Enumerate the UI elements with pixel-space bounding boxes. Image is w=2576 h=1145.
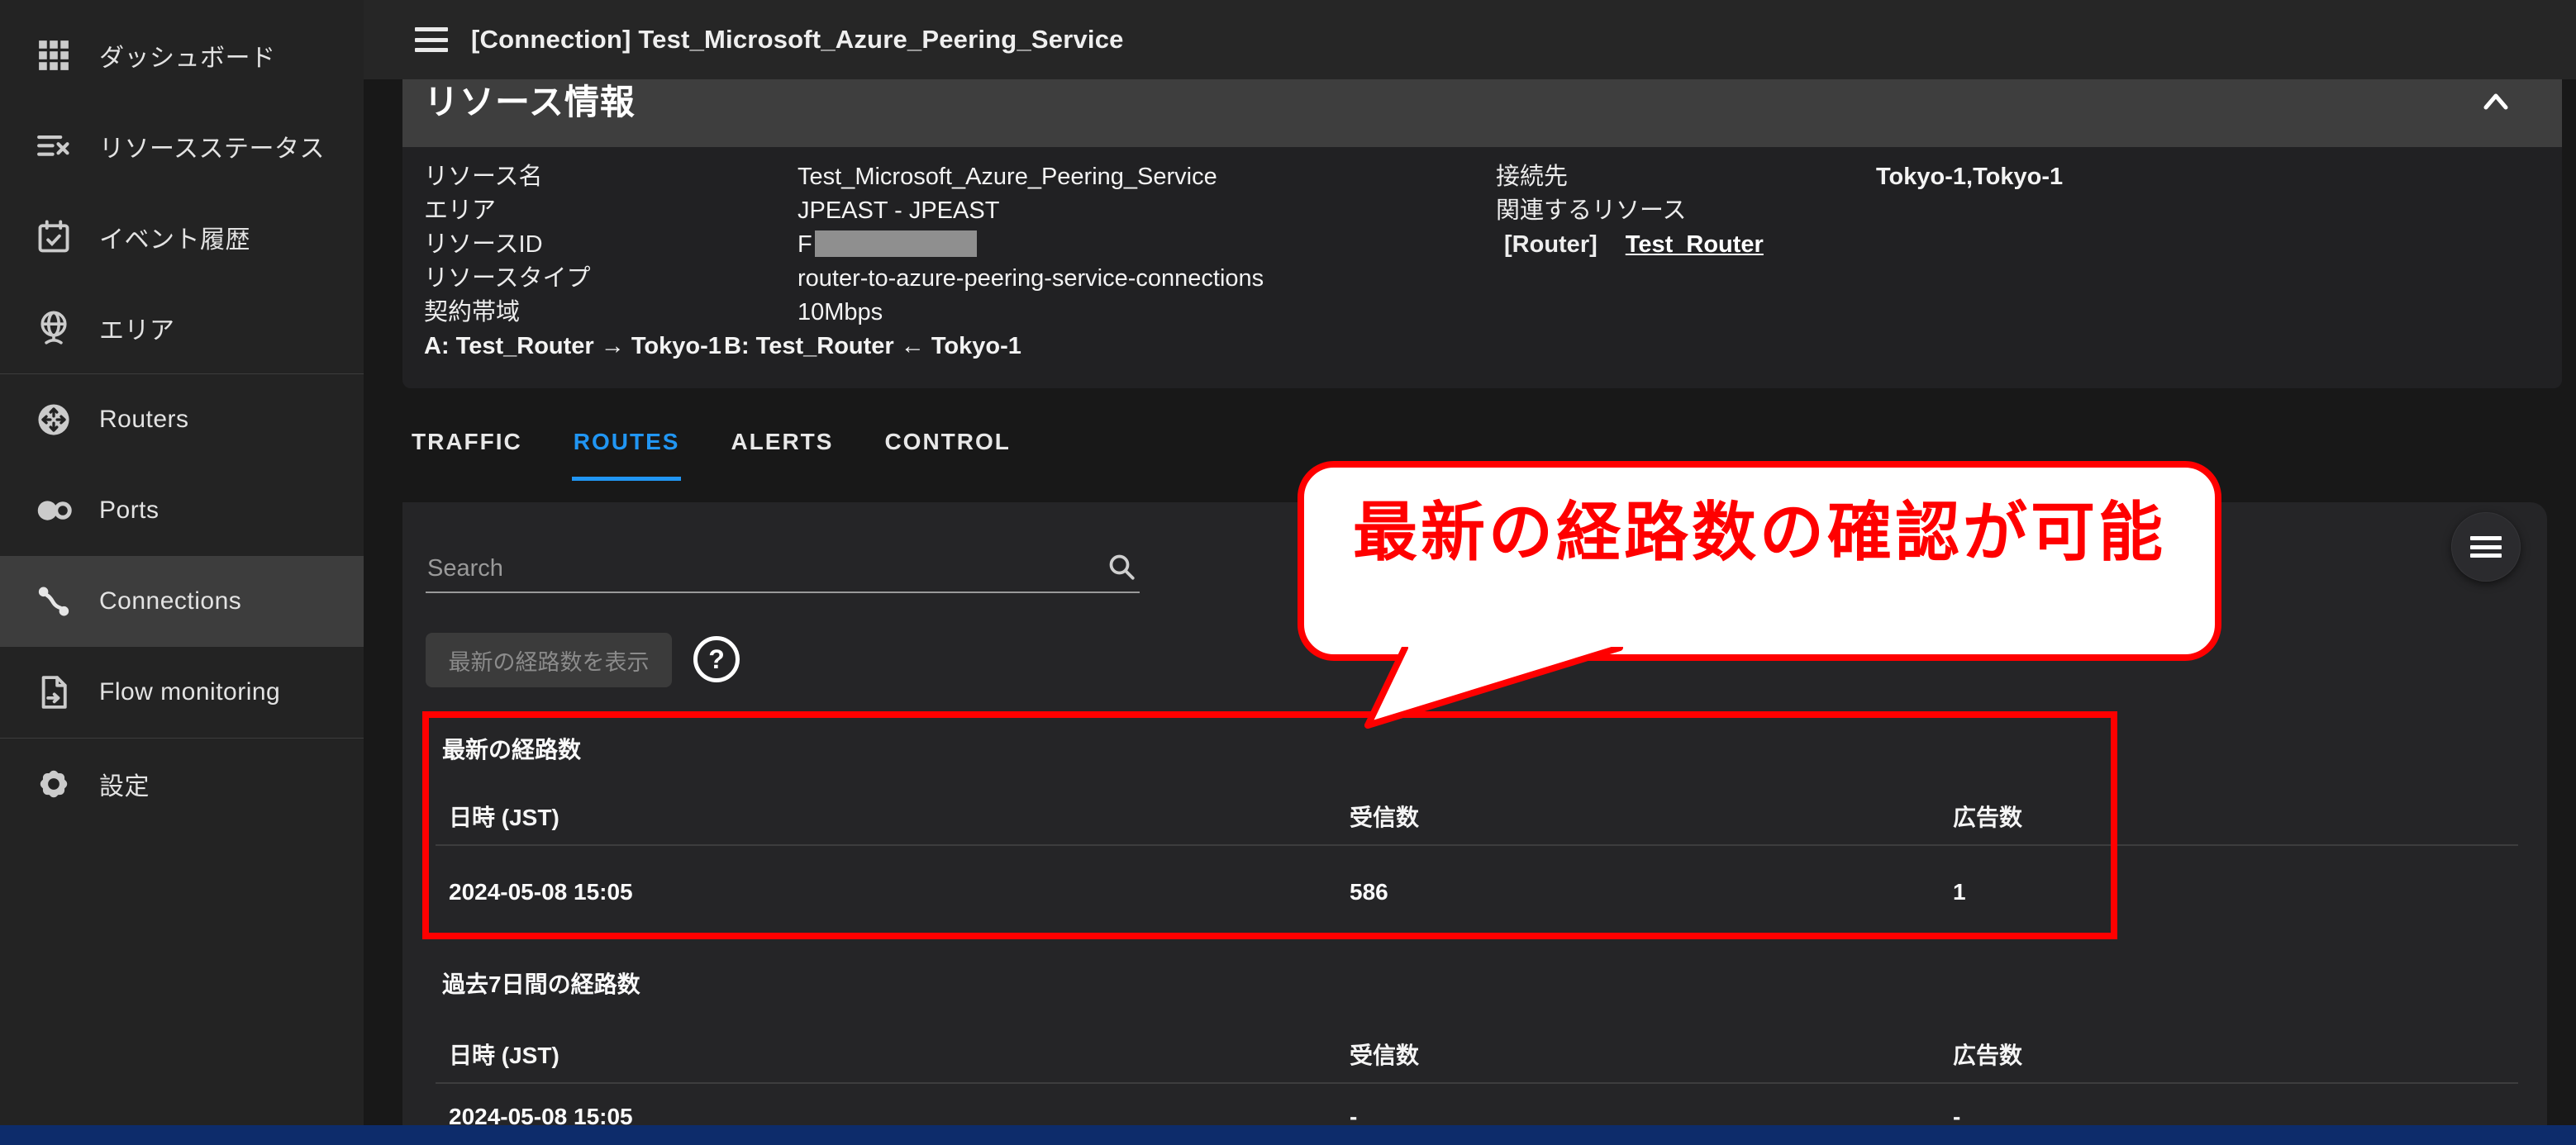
cell-received: 586 (1350, 879, 1388, 905)
annotation-callout-text: 最新の経路数の確認が可能 (1352, 496, 2166, 568)
field-label: 契約帯域 (424, 299, 521, 325)
field-value: F (798, 231, 812, 258)
connections-icon (35, 582, 73, 620)
field-label: 接続先 (1496, 164, 1569, 190)
menu-hamburger-icon[interactable] (415, 27, 448, 52)
table-divider (436, 1082, 2518, 1084)
event-history-icon (35, 218, 73, 256)
show-latest-routes-button[interactable]: 最新の経路数を表示 (426, 633, 672, 687)
column-header-datetime[interactable]: 日時 (JST) (449, 800, 559, 833)
sidebar-item-label: Connections (99, 587, 242, 615)
settings-gear-icon (35, 765, 73, 803)
tab-traffic[interactable]: TRAFFIC (410, 417, 524, 481)
cell-advertised: - (1953, 1104, 1961, 1125)
column-header-received[interactable]: 受信数 (1350, 1038, 1419, 1071)
resource-info-header[interactable]: リソース情報 (402, 79, 2562, 147)
chevron-up-icon[interactable] (2478, 88, 2514, 116)
sidebar-item-event-history[interactable]: イベント履歴 (0, 192, 364, 283)
cell-datetime: 2024-05-08 15:05 (449, 879, 633, 905)
search-icon[interactable] (1105, 550, 1138, 583)
field-label: リソースタイプ (424, 265, 591, 292)
column-header-advertised[interactable]: 広告数 (1953, 1038, 2022, 1071)
sidebar-item-label: リソースステータス (99, 135, 325, 163)
sidebar-item-routers[interactable]: Routers (0, 374, 364, 465)
help-icon[interactable]: ? (693, 636, 740, 682)
endpoint-b: B: Test_Router ← Tokyo-1 (724, 333, 1021, 359)
column-header-datetime[interactable]: 日時 (JST) (449, 1038, 559, 1071)
ports-icon (35, 492, 73, 530)
field-value: Test_Microsoft_Azure_Peering_Service (798, 164, 1217, 190)
sidebar-item-ports[interactable]: Ports (0, 465, 364, 556)
field-value: router-to-azure-peering-service-connecti… (798, 265, 1264, 292)
column-header-advertised[interactable]: 広告数 (1953, 800, 2022, 833)
field-area: エリア JPEAST - JPEAST (424, 194, 1264, 228)
field-resource-type: リソースタイプ router-to-azure-peering-service-c… (424, 262, 1264, 296)
area-globe-icon (35, 309, 73, 347)
hamburger-icon (2470, 536, 2502, 558)
related-resource-link[interactable]: Test_Router (1626, 231, 1764, 258)
endpoint-ab-line: A: Test_Router → Tokyo-1 B: Test_Router ←… (424, 330, 1264, 363)
resource-status-icon (35, 127, 73, 165)
field-connection-dest: 接続先 Tokyo-1,Tokyo-1 (1496, 160, 2063, 194)
sidebar-item-dashboard[interactable]: ダッシュボード (0, 10, 364, 101)
search-input[interactable] (426, 532, 1088, 589)
sidebar-item-area[interactable]: エリア (0, 283, 364, 373)
router-icon (35, 401, 73, 439)
field-bandwidth: 契約帯域 10Mbps (424, 296, 1264, 330)
app-window: ダッシュボード リソースステータス イベント履歴 エリア Routers Por… (0, 0, 2576, 1145)
sidebar-item-label: 設定 (99, 773, 150, 801)
related-resource-row: [Router] Test_Router (1496, 228, 2063, 262)
sidebar: ダッシュボード リソースステータス イベント履歴 エリア Routers Por… (0, 0, 364, 1125)
field-value: 10Mbps (798, 299, 883, 325)
resource-info-body: リソース名 Test_Microsoft_Azure_Peering_Servic… (402, 147, 2562, 388)
tab-alerts[interactable]: ALERTS (729, 417, 835, 481)
field-related-resources-label: 関連するリソース (1496, 194, 2063, 228)
cell-received: - (1350, 1104, 1358, 1125)
resource-info-panel: リソース情報 リソース名 Test_Microsoft_Azure_Peering… (402, 79, 2562, 388)
sidebar-item-label: エリア (99, 317, 175, 344)
detail-tabs: TRAFFIC ROUTES ALERTS CONTROL (410, 417, 1060, 481)
sidebar-item-resource-status[interactable]: リソースステータス (0, 101, 364, 192)
field-label: 関連するリソース (1496, 197, 1687, 224)
field-resource-id: リソースID F (424, 228, 1264, 262)
resource-fields-left: リソース名 Test_Microsoft_Azure_Peering_Servic… (424, 160, 1264, 363)
endpoint-a: A: Test_Router → Tokyo-1 (424, 333, 721, 359)
sidebar-item-settings[interactable]: 設定 (0, 739, 364, 829)
cell-advertised: 1 (1953, 879, 1966, 905)
resource-fields-right: 接続先 Tokyo-1,Tokyo-1 関連するリソース [Router] Test… (1496, 160, 2063, 262)
field-label: リソースID (424, 231, 543, 258)
resource-info-title: リソース情報 (424, 83, 636, 121)
sidebar-item-label: Routers (99, 406, 189, 433)
latest-routes-title: 最新の経路数 (442, 737, 582, 763)
field-value: Tokyo-1,Tokyo-1 (1876, 164, 2064, 190)
bottom-taskbar (0, 1125, 2576, 1145)
sidebar-item-label: Flow monitoring (99, 678, 281, 706)
field-value: JPEAST - JPEAST (798, 197, 1000, 224)
past7days-routes-title: 過去7日間の経路数 (442, 972, 640, 997)
table-menu-button[interactable] (2451, 512, 2521, 582)
sidebar-item-connections[interactable]: Connections (0, 556, 364, 647)
field-label: リソース名 (424, 164, 543, 190)
sidebar-item-label: イベント履歴 (99, 226, 250, 254)
field-resource-name: リソース名 Test_Microsoft_Azure_Peering_Servic… (424, 160, 1264, 194)
column-header-received[interactable]: 受信数 (1350, 800, 1419, 833)
field-label: エリア (424, 197, 497, 224)
sidebar-item-label: Ports (99, 496, 160, 524)
tab-control[interactable]: CONTROL (883, 417, 1012, 481)
top-app-bar: [Connection] Test_Microsoft_Azure_Peerin… (364, 0, 2576, 79)
page-title: [Connection] Test_Microsoft_Azure_Peerin… (471, 25, 1124, 54)
annotation-callout-bubble: 最新の経路数の確認が可能 (1298, 461, 2221, 661)
related-resource-type: [Router] (1504, 231, 1598, 258)
tab-routes[interactable]: ROUTES (571, 417, 682, 481)
redacted-id-block (814, 230, 977, 258)
table-divider (436, 844, 2518, 846)
apps-grid-icon (35, 36, 73, 74)
cell-datetime: 2024-05-08 15:05 (449, 1104, 633, 1125)
sidebar-item-flow-monitoring[interactable]: Flow monitoring (0, 647, 364, 738)
search-field (426, 532, 1140, 593)
sidebar-item-label: ダッシュボード (99, 45, 276, 72)
flow-monitoring-icon (35, 673, 73, 711)
